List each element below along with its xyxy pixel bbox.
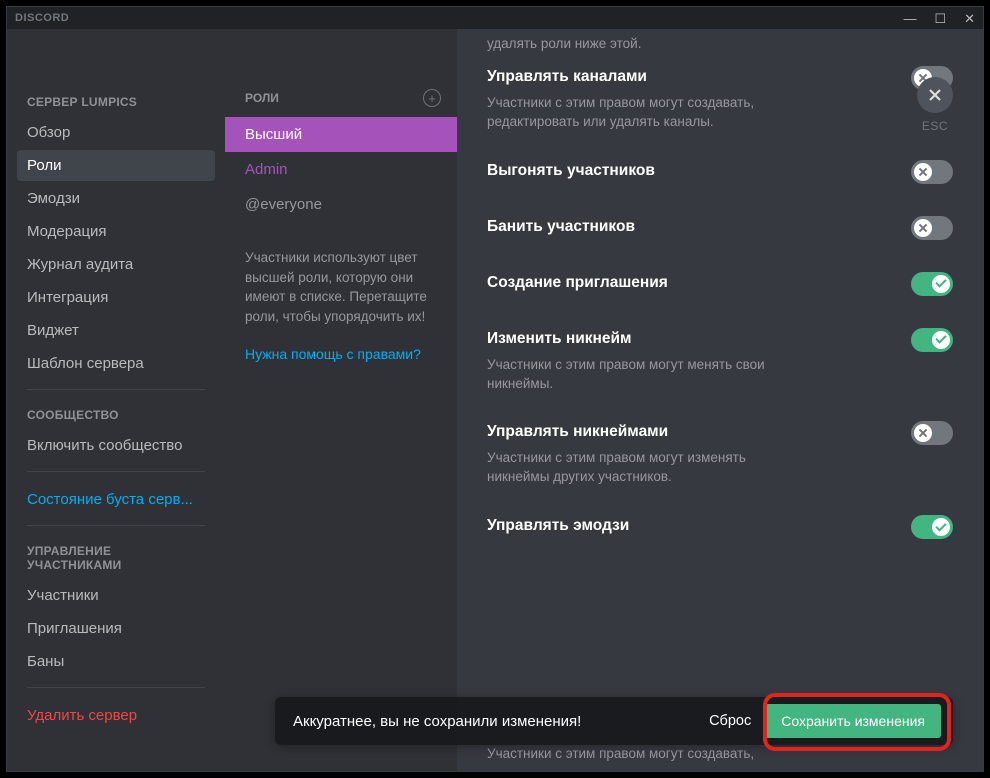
perm-title: Банить участников	[487, 218, 635, 236]
app-brand: DISCORD	[15, 12, 69, 24]
titlebar: DISCORD — ☐ ✕	[7, 7, 983, 29]
perm-manage-emoji: Управлять эмодзи	[487, 517, 953, 543]
unsaved-warning-text: Аккуратнее, вы не сохранили изменения!	[293, 713, 695, 730]
perm-desc: Участники с этим правом могут менять сво…	[487, 356, 807, 394]
role-item-admin[interactable]: Admin	[225, 152, 457, 187]
sidebar-divider	[27, 389, 205, 390]
sidebar-header-community: СООБЩЕСТВО	[17, 402, 215, 430]
roles-help-text: Участники используют цвет высшей роли, к…	[225, 222, 457, 326]
sidebar-item-bans[interactable]: Баны	[17, 646, 215, 677]
close-icon	[927, 87, 943, 103]
close-window-button[interactable]: ✕	[964, 12, 975, 25]
sidebar-item-widget[interactable]: Виджет	[17, 315, 215, 346]
window-controls: — ☐ ✕	[903, 12, 975, 25]
perm-manage-channels: Управлять каналами Участники с этим прав…	[487, 68, 953, 132]
sidebar-divider	[27, 687, 205, 688]
sidebar-item-delete-server[interactable]: Удалить сервер	[17, 700, 215, 731]
sidebar-item-emoji[interactable]: Эмодзи	[17, 183, 215, 214]
perm-toggle[interactable]	[911, 216, 953, 240]
perm-desc-truncated: удалять роли ниже этой.	[487, 35, 953, 54]
roles-help-link[interactable]: Нужна помощь с правами?	[225, 326, 457, 362]
esc-label: ESC	[922, 119, 948, 133]
add-role-button[interactable]: +	[423, 89, 441, 107]
sidebar-item-roles[interactable]: Роли	[17, 150, 215, 181]
sidebar-item-invites[interactable]: Приглашения	[17, 613, 215, 644]
perm-toggle[interactable]	[911, 421, 953, 445]
settings-sidebar: СЕРВЕР LUMPICS Обзор Роли Эмодзи Модерац…	[7, 29, 225, 771]
perm-kick-members: Выгонять участников	[487, 162, 953, 188]
sidebar-item-members[interactable]: Участники	[17, 580, 215, 611]
perm-ban-members: Банить участников	[487, 218, 953, 244]
perm-manage-webhooks: Участники с этим правом могут создавать,	[487, 746, 923, 761]
app-window: DISCORD — ☐ ✕ СЕРВЕР LUMPICS Обзор Роли …	[6, 6, 984, 772]
reset-button[interactable]: Сброс	[695, 705, 765, 737]
sidebar-divider	[27, 471, 205, 472]
perm-title: Управлять эмодзи	[487, 517, 629, 535]
sidebar-header-user-management: УПРАВЛЕНИЕ УЧАСТНИКАМИ	[17, 538, 215, 580]
sidebar-item-moderation[interactable]: Модерация	[17, 216, 215, 247]
esc-close: ESC	[917, 77, 953, 133]
perm-create-invite: Создание приглашения	[487, 274, 953, 300]
role-item-everyone[interactable]: @everyone	[225, 187, 457, 222]
perm-title: Управлять никнеймами	[487, 423, 807, 441]
perm-title: Выгонять участников	[487, 162, 655, 180]
perm-title: Изменить никнейм	[487, 330, 807, 348]
perm-toggle[interactable]	[911, 328, 953, 352]
roles-header: РОЛИ	[245, 91, 279, 105]
role-item-highest[interactable]: Высший	[225, 117, 457, 152]
perm-toggle[interactable]	[911, 272, 953, 296]
perm-title: Управлять каналами	[487, 68, 807, 86]
perm-toggle[interactable]	[911, 515, 953, 539]
save-changes-button[interactable]: Сохранить изменения	[765, 704, 941, 738]
perm-toggle[interactable]	[911, 160, 953, 184]
minimize-button[interactable]: —	[903, 12, 916, 25]
perm-title: Создание приглашения	[487, 274, 668, 292]
close-settings-button[interactable]	[917, 77, 953, 113]
sidebar-item-overview[interactable]: Обзор	[17, 117, 215, 148]
perm-manage-nicknames: Управлять никнеймами Участники с этим пр…	[487, 423, 953, 487]
perm-desc: Участники с этим правом могут изменять н…	[487, 449, 807, 487]
sidebar-item-server-template[interactable]: Шаблон сервера	[17, 348, 215, 379]
sidebar-item-enable-community[interactable]: Включить сообщество	[17, 430, 215, 461]
sidebar-divider	[27, 525, 205, 526]
permissions-panel: удалять роли ниже этой. Управлять канала…	[457, 29, 983, 771]
maximize-button[interactable]: ☐	[934, 12, 946, 25]
perm-change-nickname: Изменить никнейм Участники с этим правом…	[487, 330, 953, 394]
sidebar-item-integrations[interactable]: Интеграция	[17, 282, 215, 313]
unsaved-changes-bar: Аккуратнее, вы не сохранили изменения! С…	[275, 697, 953, 745]
sidebar-item-boost-status[interactable]: Состояние буста серв...	[17, 484, 215, 515]
sidebar-header-server: СЕРВЕР LUMPICS	[17, 89, 215, 117]
sidebar-item-audit-log[interactable]: Журнал аудита	[17, 249, 215, 280]
roles-column: РОЛИ + Высший Admin @everyone Участники …	[225, 29, 457, 771]
perm-desc: Участники с этим правом могут создавать,…	[487, 94, 807, 132]
perm-desc: Участники с этим правом могут создавать,	[487, 746, 923, 761]
